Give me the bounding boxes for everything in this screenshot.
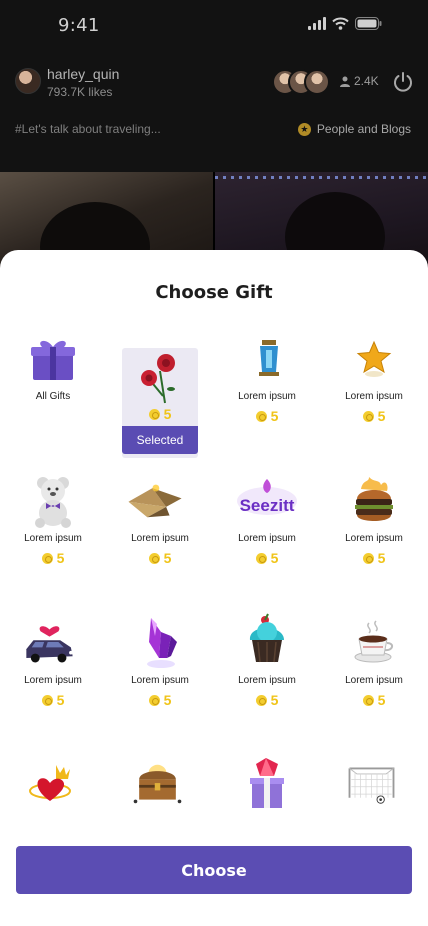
coffee-cup-icon [349,612,399,672]
battery-icon [355,17,382,30]
crowned-heart-icon [28,754,78,814]
gift-item-car[interactable]: Lorem ipsum 5 [15,612,91,722]
pyramid-icon [128,470,185,530]
signal-icon [308,17,326,30]
gift-price: 5 [122,550,198,566]
seezitt-logo-text: Seezitt [240,496,295,515]
coin-icon [362,410,374,422]
gift-item-rose[interactable]: 5 Selected [122,348,198,458]
gift-item-cupcake[interactable]: Lorem ipsum 5 [229,612,305,722]
gift-item-burger[interactable]: Lorem ipsum 5 [336,470,412,580]
viewer-count: 2.4K [340,74,379,88]
gift-price: 5 [336,408,412,424]
viewer-avatars[interactable] [272,69,332,97]
gift-item-seezitt[interactable]: Seezitt Lorem ipsum 5 [229,470,305,580]
gift-item-all-gifts[interactable]: All Gifts [15,328,91,438]
gift-label: Lorem ipsum [238,675,296,686]
star-badge-icon: ★ [297,122,311,136]
selected-badge: Selected [122,426,198,454]
host-name[interactable]: harley_quin [47,66,119,82]
rose-icon [135,348,185,408]
gift-item-coffee-cup[interactable]: Lorem ipsum 5 [336,612,412,722]
gift-label: Lorem ipsum [238,533,296,544]
gift-price: 5 [122,692,198,708]
wifi-icon [332,17,349,30]
host-avatar[interactable] [15,68,41,94]
coin-icon [148,552,160,564]
coin-icon [255,694,267,706]
person-icon [340,76,350,87]
gift-label: Lorem ipsum [24,675,82,686]
gift-label: All Gifts [35,391,71,402]
live-category[interactable]: ★ People and Blogs [297,122,411,136]
status-time: 9:41 [58,15,100,36]
gift-price: 5 [229,692,305,708]
host-likes: 793.7K likes [47,85,113,99]
sheet-title: Choose Gift [155,282,273,303]
burger-icon [349,470,399,530]
gift-label: Lorem ipsum [345,391,403,402]
gift-item-gem-box[interactable] [229,754,305,828]
gift-list[interactable]: All Gifts 5 Selected Lorem ipsum 5 Lorem… [0,328,428,828]
gift-label: Lorem ipsum [345,675,403,686]
gift-label: Lorem ipsum [131,533,189,544]
gift-item-crowned-heart[interactable] [15,754,91,828]
gift-price: 5 [122,406,198,422]
coin-icon [41,694,53,706]
treasure-chest-icon [133,754,185,814]
gift-label: Lorem ipsum [131,675,189,686]
status-bar: 9:41 [0,0,428,50]
star-icon [349,328,399,388]
live-header: harley_quin 793.7K likes 2.4K #Let's tal… [0,50,428,172]
teddy-bear-icon [28,470,78,530]
coin-icon [362,552,374,564]
live-topic: #Let's talk about traveling... [15,122,161,136]
coin-icon [148,408,160,420]
avatar [304,69,330,95]
lantern-icon [242,328,292,388]
gift-price: 5 [15,550,91,566]
gift-price: 5 [336,692,412,708]
seezitt-logo-icon: Seezitt [227,470,307,530]
coin-icon [255,552,267,564]
cupcake-icon [242,612,292,672]
coin-icon [362,694,374,706]
car-icon [26,612,78,672]
crystal-icon [135,612,185,672]
gift-item-lantern[interactable]: Lorem ipsum 5 [229,328,305,438]
gift-item-treasure-chest[interactable] [122,754,198,828]
live-category-label: People and Blogs [316,122,411,136]
gem-box-icon [242,754,292,814]
gift-item-soccer-goal[interactable] [336,754,412,828]
gift-item-teddy-bear[interactable]: Lorem ipsum 5 [15,470,91,580]
coin-icon [148,694,160,706]
gift-box-icon [28,328,78,388]
gift-price: 5 [229,408,305,424]
gift-price: 5 [336,550,412,566]
soccer-goal-icon [348,754,399,814]
gift-item-crystal[interactable]: Lorem ipsum 5 [122,612,198,722]
coin-icon [41,552,53,564]
gift-label: Lorem ipsum [24,533,82,544]
gift-item-star[interactable]: Lorem ipsum 5 [336,328,412,438]
gift-price: 5 [229,550,305,566]
choose-button[interactable]: Choose [16,846,412,894]
gift-price: 5 [15,692,91,708]
power-icon[interactable] [392,71,414,93]
viewer-count-label: 2.4K [354,74,379,88]
gift-item-pyramid[interactable]: Lorem ipsum 5 [122,470,198,580]
gift-label: Lorem ipsum [345,533,403,544]
gift-label: Lorem ipsum [238,391,296,402]
gift-sheet: Choose Gift All Gifts 5 Selected Lorem i… [0,250,428,926]
coin-icon [255,410,267,422]
